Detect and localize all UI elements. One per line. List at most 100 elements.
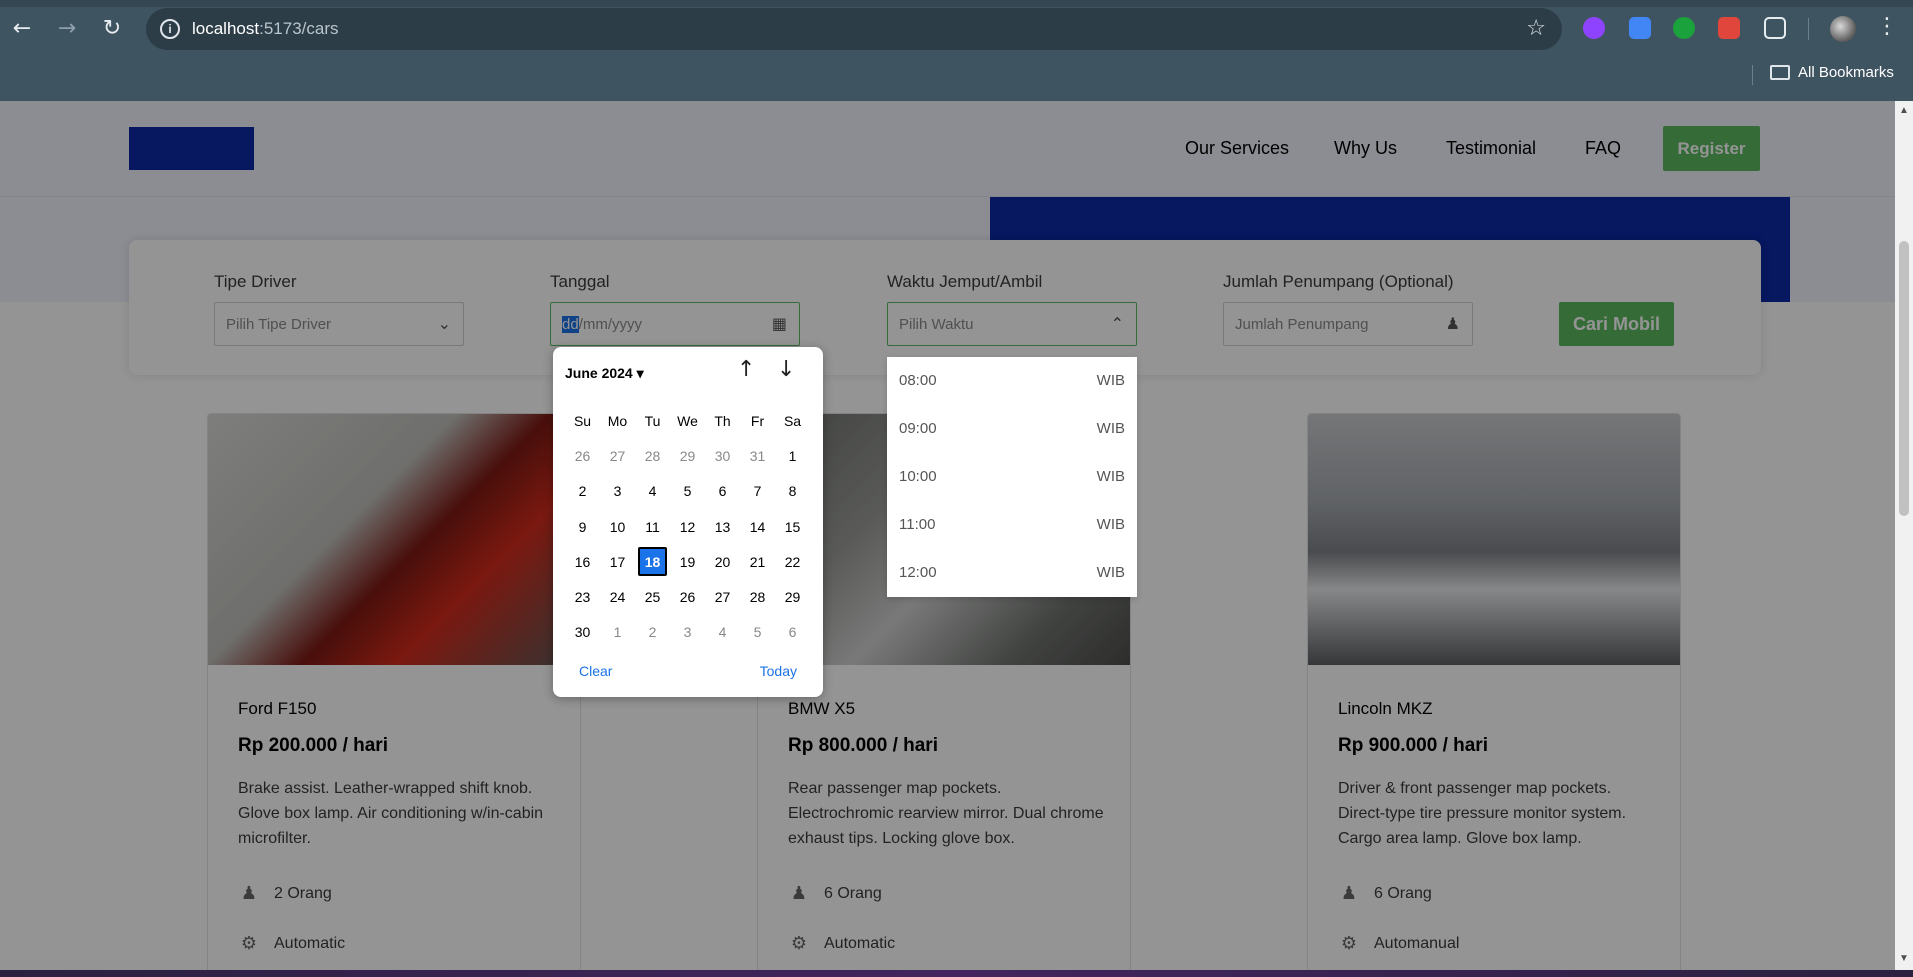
all-bookmarks-label: All Bookmarks xyxy=(1798,64,1894,81)
calendar-day[interactable]: 3 xyxy=(670,615,705,650)
calendar-day[interactable]: 27 xyxy=(705,579,740,614)
bookmark-star-icon[interactable]: ☆ xyxy=(1526,16,1546,41)
tab-strip xyxy=(0,0,1913,7)
address-bar[interactable]: i localhost:5173/cars ☆ xyxy=(146,8,1562,50)
calendar-day[interactable]: 7 xyxy=(740,474,775,509)
weekday-header: Sa xyxy=(783,412,802,429)
calendar-day[interactable]: 11 xyxy=(635,509,670,544)
all-bookmarks-button[interactable]: All Bookmarks xyxy=(1770,64,1894,81)
time-option-time: 08:00 xyxy=(899,372,937,389)
extension-icon[interactable] xyxy=(1718,17,1740,39)
calendar-day[interactable]: 6 xyxy=(775,615,810,650)
reload-icon[interactable]: ↻ xyxy=(98,15,126,43)
time-option[interactable]: 11:00 WIB xyxy=(887,501,1137,549)
toolbar-divider xyxy=(1808,18,1809,40)
calendar-day[interactable]: 4 xyxy=(705,615,740,650)
calendar-day[interactable]: 12 xyxy=(670,509,705,544)
caret-down-icon: ▾ xyxy=(636,365,644,381)
calendar-day[interactable]: 17 xyxy=(600,544,635,579)
calendar-day[interactable]: 26 xyxy=(670,579,705,614)
calendar-day[interactable]: 28 xyxy=(635,438,670,473)
time-option-zone: WIB xyxy=(1096,468,1125,485)
date-picker-popup: June 2024 ▾ ↑ ↓ Su Mo Tu We Th Fr Sa 26 27 28 29 30… xyxy=(553,347,823,697)
back-icon[interactable]: ← xyxy=(8,15,36,43)
scrollbar-thumb[interactable] xyxy=(1899,241,1909,516)
time-option-zone: WIB xyxy=(1096,420,1125,437)
calendar-day-selected[interactable]: 18 xyxy=(638,547,667,577)
scroll-up-icon[interactable]: ▲ xyxy=(1899,105,1909,116)
calendar-day[interactable]: 19 xyxy=(670,544,705,579)
time-option[interactable]: 10:00 WIB xyxy=(887,453,1137,501)
time-option-zone: WIB xyxy=(1096,564,1125,581)
time-option-time: 10:00 xyxy=(899,468,937,485)
calendar-day[interactable]: 9 xyxy=(565,509,600,544)
weekday-header: Th xyxy=(714,412,731,429)
calendar-day[interactable]: 24 xyxy=(600,579,635,614)
calendar-day[interactable]: 14 xyxy=(740,509,775,544)
calendar-day[interactable]: 22 xyxy=(775,544,810,579)
calendar-day[interactable]: 1 xyxy=(600,615,635,650)
clear-date-button[interactable]: Clear xyxy=(579,663,612,679)
calendar-day[interactable]: 26 xyxy=(565,438,600,473)
time-option-time: 12:00 xyxy=(899,564,937,581)
calendar-day[interactable]: 31 xyxy=(740,438,775,473)
calendar-day[interactable]: 21 xyxy=(740,544,775,579)
calendar-day[interactable]: 30 xyxy=(705,438,740,473)
page-scrollbar[interactable]: ▲ ▼ xyxy=(1895,101,1913,970)
extension-icon[interactable] xyxy=(1583,17,1605,39)
weekday-header: We xyxy=(677,412,698,429)
time-option-time: 09:00 xyxy=(899,420,937,437)
month-year-selector[interactable]: June 2024 ▾ xyxy=(565,365,644,382)
menu-kebab-icon[interactable]: ⋮ xyxy=(1876,14,1898,39)
time-option-time: 11:00 xyxy=(899,516,936,533)
calendar-day[interactable]: 29 xyxy=(670,438,705,473)
calendar-day[interactable]: 5 xyxy=(740,615,775,650)
puzzle-extensions-icon[interactable] xyxy=(1764,17,1786,39)
time-option[interactable]: 08:00 WIB xyxy=(887,357,1137,405)
time-option-zone: WIB xyxy=(1096,516,1125,533)
bookmarks-divider xyxy=(1752,65,1753,85)
today-button[interactable]: Today xyxy=(760,663,797,679)
time-option[interactable]: 09:00 WIB xyxy=(887,405,1137,453)
calendar-day[interactable]: 27 xyxy=(600,438,635,473)
calendar-day[interactable]: 5 xyxy=(670,474,705,509)
browser-toolbar: ← → ↻ i localhost:5173/cars ☆ ⋮ All Book… xyxy=(0,0,1913,101)
url-text[interactable]: localhost:5173/cars xyxy=(192,19,339,39)
site-info-icon[interactable]: i xyxy=(160,19,180,39)
calendar-day[interactable]: 15 xyxy=(775,509,810,544)
weekday-header: Su xyxy=(573,412,592,429)
calendar-day[interactable]: 3 xyxy=(600,474,635,509)
weekday-header: Tu xyxy=(644,412,661,429)
time-option[interactable]: 12:00 WIB xyxy=(887,549,1137,597)
page-viewport: Our Services Why Us Testimonial FAQ Regi… xyxy=(0,101,1895,970)
calendar-day[interactable]: 10 xyxy=(600,509,635,544)
calendar-day[interactable]: 28 xyxy=(740,579,775,614)
forward-icon[interactable]: → xyxy=(53,15,81,43)
folder-icon xyxy=(1770,65,1790,80)
calendar-day[interactable]: 16 xyxy=(565,544,600,579)
calendar-day[interactable]: 2 xyxy=(635,615,670,650)
time-option-zone: WIB xyxy=(1096,372,1125,389)
scroll-down-icon[interactable]: ▼ xyxy=(1899,953,1909,964)
extension-icon[interactable] xyxy=(1673,17,1695,39)
calendar-day[interactable]: 29 xyxy=(775,579,810,614)
calendar-day[interactable]: 8 xyxy=(775,474,810,509)
calendar-day[interactable]: 25 xyxy=(635,579,670,614)
calendar-day[interactable]: 1 xyxy=(775,438,810,473)
calendar-day[interactable]: 23 xyxy=(565,579,600,614)
previous-month-icon[interactable]: ↑ xyxy=(737,357,755,382)
calendar-day[interactable]: 2 xyxy=(565,474,600,509)
calendar-day[interactable]: 13 xyxy=(705,509,740,544)
time-options-list: 08:00 WIB 09:00 WIB 10:00 WIB 11:00 WIB 12:00 WIB xyxy=(887,357,1137,597)
translate-extension-icon[interactable] xyxy=(1629,17,1651,39)
calendar-grid: Su Mo Tu We Th Fr Sa 26 27 28 29 30 31 1 2 3 4 5 6 7 8 9 10 11 1… xyxy=(565,403,810,650)
weekday-header: Fr xyxy=(750,412,765,429)
calendar-day[interactable]: 6 xyxy=(705,474,740,509)
calendar-day[interactable]: 4 xyxy=(635,474,670,509)
taskbar-strip xyxy=(0,970,1913,977)
calendar-day[interactable]: 20 xyxy=(705,544,740,579)
calendar-day[interactable]: 30 xyxy=(565,615,600,650)
next-month-icon[interactable]: ↓ xyxy=(777,357,795,382)
weekday-header: Mo xyxy=(607,412,628,429)
profile-avatar[interactable] xyxy=(1830,16,1856,42)
